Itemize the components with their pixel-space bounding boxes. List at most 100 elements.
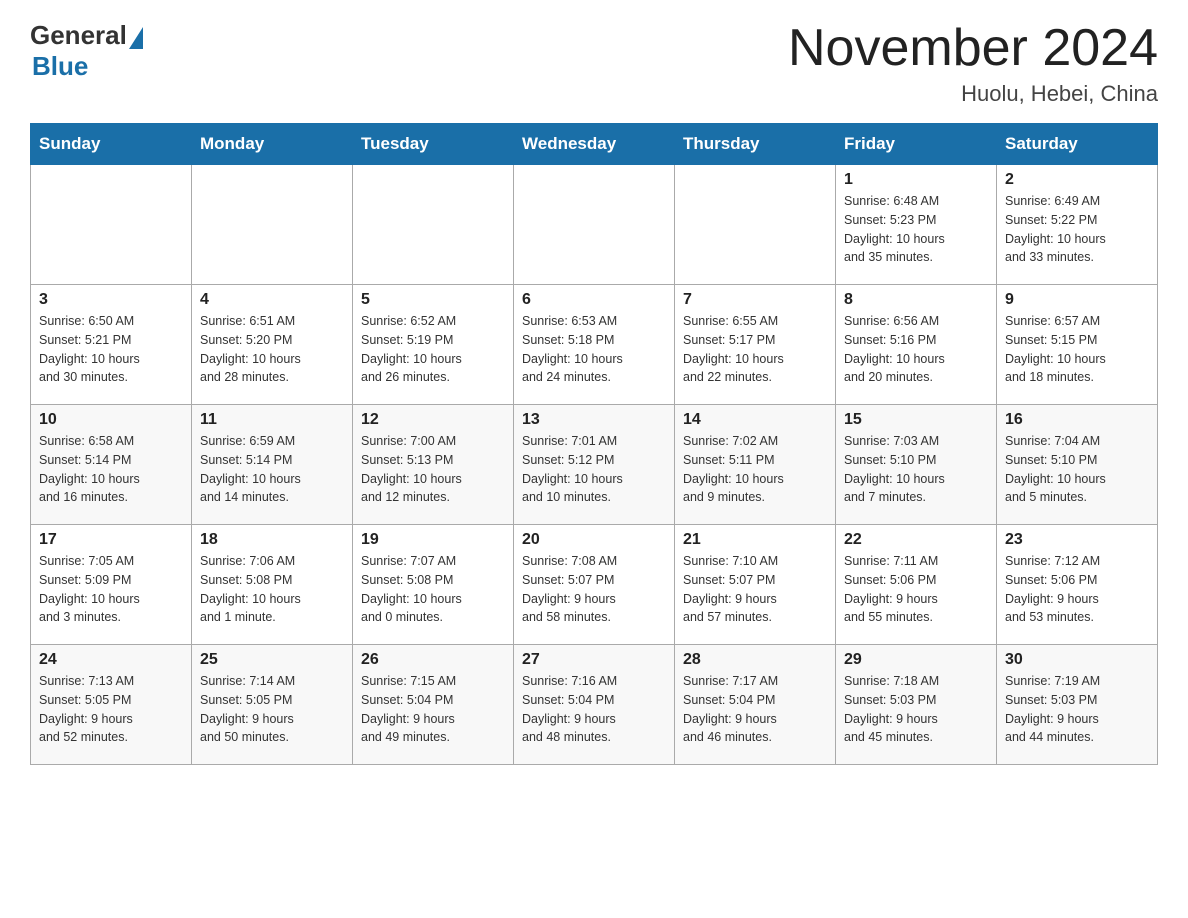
day-info: Sunrise: 6:48 AM Sunset: 5:23 PM Dayligh…	[844, 192, 988, 267]
calendar-cell: 27 Sunrise: 7:16 AM Sunset: 5:04 PM Dayli…	[514, 645, 675, 765]
calendar-cell: 20 Sunrise: 7:08 AM Sunset: 5:07 PM Dayli…	[514, 525, 675, 645]
day-info: Sunrise: 6:55 AM Sunset: 5:17 PM Dayligh…	[683, 312, 827, 387]
day-number: 10	[39, 411, 183, 429]
calendar-cell: 12 Sunrise: 7:00 AM Sunset: 5:13 PM Dayli…	[353, 405, 514, 525]
day-info: Sunrise: 7:06 AM Sunset: 5:08 PM Dayligh…	[200, 552, 344, 627]
logo-general-text: General	[30, 20, 127, 51]
calendar-week-row: 10 Sunrise: 6:58 AM Sunset: 5:14 PM Dayli…	[31, 405, 1158, 525]
page-header: General Blue November 2024 Huolu, Hebei,…	[30, 20, 1158, 107]
weekday-header-thursday: Thursday	[675, 124, 836, 165]
day-number: 5	[361, 291, 505, 309]
calendar-week-row: 3 Sunrise: 6:50 AM Sunset: 5:21 PM Daylig…	[31, 285, 1158, 405]
day-info: Sunrise: 7:05 AM Sunset: 5:09 PM Dayligh…	[39, 552, 183, 627]
logo-triangle-icon	[129, 27, 143, 49]
calendar-cell: 5 Sunrise: 6:52 AM Sunset: 5:19 PM Daylig…	[353, 285, 514, 405]
calendar-cell: 9 Sunrise: 6:57 AM Sunset: 5:15 PM Daylig…	[997, 285, 1158, 405]
day-info: Sunrise: 7:18 AM Sunset: 5:03 PM Dayligh…	[844, 672, 988, 747]
calendar-cell: 10 Sunrise: 6:58 AM Sunset: 5:14 PM Dayli…	[31, 405, 192, 525]
calendar-cell: 7 Sunrise: 6:55 AM Sunset: 5:17 PM Daylig…	[675, 285, 836, 405]
calendar-cell: 30Sunrise: 7:19 AM Sunset: 5:03 PM Dayli…	[997, 645, 1158, 765]
day-info: Sunrise: 7:03 AM Sunset: 5:10 PM Dayligh…	[844, 432, 988, 507]
calendar-cell: 18 Sunrise: 7:06 AM Sunset: 5:08 PM Dayli…	[192, 525, 353, 645]
calendar-cell: 17 Sunrise: 7:05 AM Sunset: 5:09 PM Dayli…	[31, 525, 192, 645]
day-number: 27	[522, 651, 666, 669]
day-info: Sunrise: 7:14 AM Sunset: 5:05 PM Dayligh…	[200, 672, 344, 747]
day-info: Sunrise: 7:01 AM Sunset: 5:12 PM Dayligh…	[522, 432, 666, 507]
day-number: 4	[200, 291, 344, 309]
calendar-cell: 22 Sunrise: 7:11 AM Sunset: 5:06 PM Dayli…	[836, 525, 997, 645]
day-info: Sunrise: 6:59 AM Sunset: 5:14 PM Dayligh…	[200, 432, 344, 507]
calendar-cell: 3 Sunrise: 6:50 AM Sunset: 5:21 PM Daylig…	[31, 285, 192, 405]
calendar-cell: 1 Sunrise: 6:48 AM Sunset: 5:23 PM Daylig…	[836, 165, 997, 285]
title-area: November 2024 Huolu, Hebei, China	[788, 20, 1158, 107]
day-number: 3	[39, 291, 183, 309]
calendar-cell	[192, 165, 353, 285]
location-title: Huolu, Hebei, China	[788, 81, 1158, 107]
day-info: Sunrise: 7:00 AM Sunset: 5:13 PM Dayligh…	[361, 432, 505, 507]
calendar-cell: 6 Sunrise: 6:53 AM Sunset: 5:18 PM Daylig…	[514, 285, 675, 405]
logo: General Blue	[30, 20, 143, 82]
day-number: 23	[1005, 531, 1149, 549]
day-info: Sunrise: 7:04 AM Sunset: 5:10 PM Dayligh…	[1005, 432, 1149, 507]
day-number: 16	[1005, 411, 1149, 429]
calendar-week-row: 17 Sunrise: 7:05 AM Sunset: 5:09 PM Dayli…	[31, 525, 1158, 645]
day-info: Sunrise: 7:02 AM Sunset: 5:11 PM Dayligh…	[683, 432, 827, 507]
day-number: 24	[39, 651, 183, 669]
day-info: Sunrise: 7:08 AM Sunset: 5:07 PM Dayligh…	[522, 552, 666, 627]
calendar-cell: 4Sunrise: 6:51 AM Sunset: 5:20 PM Daylig…	[192, 285, 353, 405]
day-number: 7	[683, 291, 827, 309]
day-number: 1	[844, 171, 988, 189]
calendar-cell: 25 Sunrise: 7:14 AM Sunset: 5:05 PM Dayli…	[192, 645, 353, 765]
weekday-header-saturday: Saturday	[997, 124, 1158, 165]
day-info: Sunrise: 6:49 AM Sunset: 5:22 PM Dayligh…	[1005, 192, 1149, 267]
calendar-cell: 24Sunrise: 7:13 AM Sunset: 5:05 PM Dayli…	[31, 645, 192, 765]
day-info: Sunrise: 7:07 AM Sunset: 5:08 PM Dayligh…	[361, 552, 505, 627]
day-number: 9	[1005, 291, 1149, 309]
calendar-cell: 29 Sunrise: 7:18 AM Sunset: 5:03 PM Dayli…	[836, 645, 997, 765]
weekday-header-friday: Friday	[836, 124, 997, 165]
calendar-cell	[675, 165, 836, 285]
day-info: Sunrise: 7:16 AM Sunset: 5:04 PM Dayligh…	[522, 672, 666, 747]
day-info: Sunrise: 7:12 AM Sunset: 5:06 PM Dayligh…	[1005, 552, 1149, 627]
calendar-cell: 19 Sunrise: 7:07 AM Sunset: 5:08 PM Dayli…	[353, 525, 514, 645]
day-number: 28	[683, 651, 827, 669]
calendar-cell	[31, 165, 192, 285]
day-info: Sunrise: 6:58 AM Sunset: 5:14 PM Dayligh…	[39, 432, 183, 507]
day-number: 22	[844, 531, 988, 549]
day-number: 20	[522, 531, 666, 549]
calendar-cell: 15 Sunrise: 7:03 AM Sunset: 5:10 PM Dayli…	[836, 405, 997, 525]
calendar-header-row: SundayMondayTuesdayWednesdayThursdayFrid…	[31, 124, 1158, 165]
calendar-cell: 28 Sunrise: 7:17 AM Sunset: 5:04 PM Dayli…	[675, 645, 836, 765]
calendar-cell: 16 Sunrise: 7:04 AM Sunset: 5:10 PM Dayli…	[997, 405, 1158, 525]
day-info: Sunrise: 7:15 AM Sunset: 5:04 PM Dayligh…	[361, 672, 505, 747]
day-info: Sunrise: 6:52 AM Sunset: 5:19 PM Dayligh…	[361, 312, 505, 387]
day-info: Sunrise: 7:11 AM Sunset: 5:06 PM Dayligh…	[844, 552, 988, 627]
day-info: Sunrise: 7:17 AM Sunset: 5:04 PM Dayligh…	[683, 672, 827, 747]
day-number: 18	[200, 531, 344, 549]
calendar-cell: 21Sunrise: 7:10 AM Sunset: 5:07 PM Dayli…	[675, 525, 836, 645]
day-number: 17	[39, 531, 183, 549]
day-info: Sunrise: 6:50 AM Sunset: 5:21 PM Dayligh…	[39, 312, 183, 387]
day-info: Sunrise: 6:53 AM Sunset: 5:18 PM Dayligh…	[522, 312, 666, 387]
day-number: 19	[361, 531, 505, 549]
calendar-week-row: 24Sunrise: 7:13 AM Sunset: 5:05 PM Dayli…	[31, 645, 1158, 765]
weekday-header-sunday: Sunday	[31, 124, 192, 165]
day-number: 8	[844, 291, 988, 309]
day-number: 12	[361, 411, 505, 429]
day-number: 6	[522, 291, 666, 309]
weekday-header-monday: Monday	[192, 124, 353, 165]
day-info: Sunrise: 6:57 AM Sunset: 5:15 PM Dayligh…	[1005, 312, 1149, 387]
day-info: Sunrise: 6:56 AM Sunset: 5:16 PM Dayligh…	[844, 312, 988, 387]
day-number: 13	[522, 411, 666, 429]
calendar-cell	[514, 165, 675, 285]
day-number: 26	[361, 651, 505, 669]
day-number: 25	[200, 651, 344, 669]
calendar-cell: 14Sunrise: 7:02 AM Sunset: 5:11 PM Dayli…	[675, 405, 836, 525]
logo-blue-text: Blue	[32, 51, 88, 82]
day-number: 29	[844, 651, 988, 669]
day-number: 15	[844, 411, 988, 429]
calendar-cell: 26 Sunrise: 7:15 AM Sunset: 5:04 PM Dayli…	[353, 645, 514, 765]
calendar-cell: 8 Sunrise: 6:56 AM Sunset: 5:16 PM Daylig…	[836, 285, 997, 405]
calendar-cell: 2Sunrise: 6:49 AM Sunset: 5:22 PM Daylig…	[997, 165, 1158, 285]
calendar-cell: 11Sunrise: 6:59 AM Sunset: 5:14 PM Dayli…	[192, 405, 353, 525]
